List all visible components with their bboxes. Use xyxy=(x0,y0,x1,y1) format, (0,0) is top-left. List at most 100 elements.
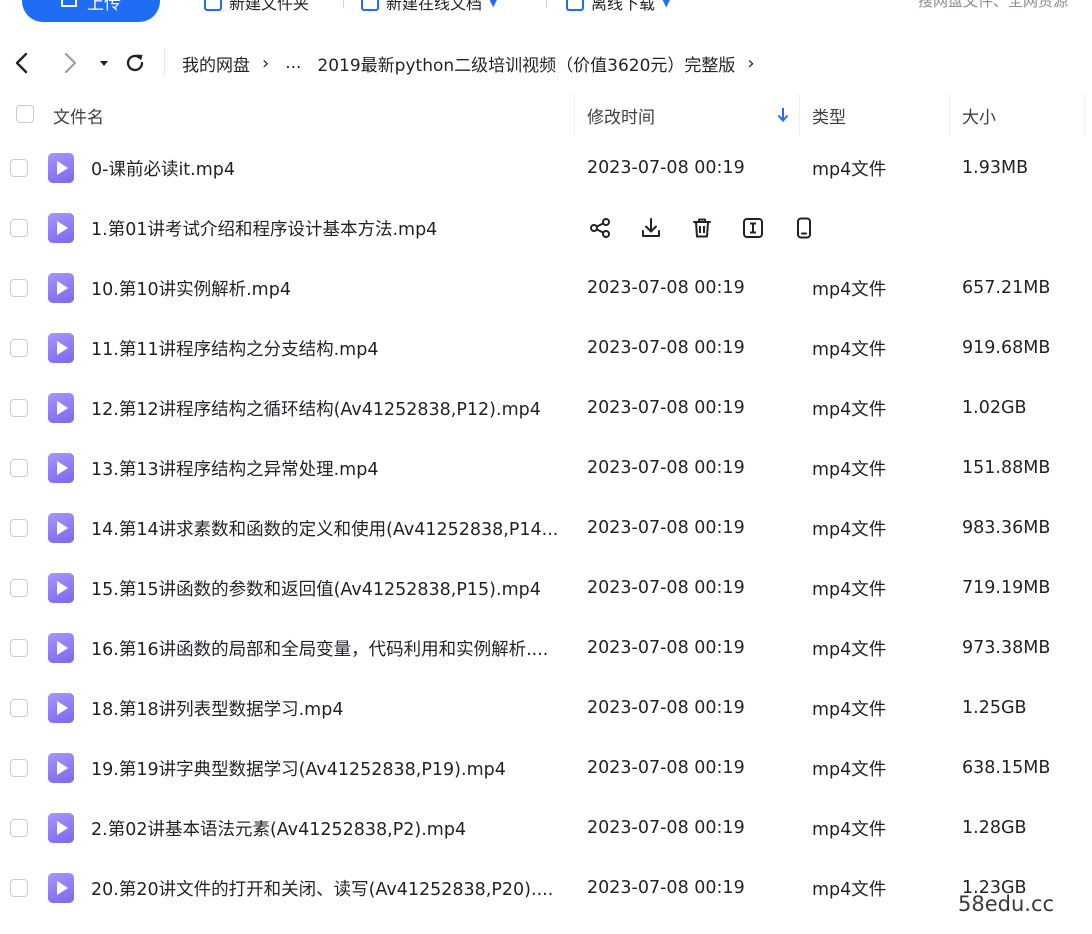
file-type: mp4文件 xyxy=(812,399,887,420)
upload-label: 上传 xyxy=(87,0,121,14)
table-row-hovered[interactable]: 1.第01讲考试介绍和程序设计基本方法.mp4 xyxy=(0,198,1092,258)
history-dropdown[interactable] xyxy=(93,50,119,76)
file-name[interactable]: 1.第01讲考试介绍和程序设计基本方法.mp4 xyxy=(91,198,561,258)
row-checkbox[interactable] xyxy=(10,339,28,357)
column-header-size[interactable]: 大小 xyxy=(962,92,996,138)
file-modified: 2023-07-08 00:19 xyxy=(587,158,745,178)
upload-button[interactable]: 上传 xyxy=(22,0,160,22)
video-file-icon xyxy=(48,753,74,783)
row-checkbox[interactable] xyxy=(10,219,28,237)
open-on-phone-button[interactable] xyxy=(792,216,816,240)
row-checkbox[interactable] xyxy=(10,759,28,777)
nav-divider xyxy=(164,48,165,76)
file-size: 1.25GB xyxy=(962,698,1027,718)
row-checkbox[interactable] xyxy=(10,879,28,897)
new-folder-button[interactable]: 新建文件夹 xyxy=(204,0,309,14)
back-button[interactable] xyxy=(10,50,36,76)
file-size: 1.28GB xyxy=(962,818,1027,838)
arrow-right-icon xyxy=(64,52,77,74)
select-all-checkbox[interactable] xyxy=(16,105,34,123)
table-row[interactable]: 18.第18讲列表型数据学习.mp4 2023-07-08 00:19 mp4文… xyxy=(0,678,1092,738)
file-name[interactable]: 14.第14讲求素数和函数的定义和使用(Av41252838,P14... xyxy=(91,498,561,558)
table-row[interactable]: 13.第13讲程序结构之异常处理.mp4 2023-07-08 00:19 mp… xyxy=(0,438,1092,498)
video-file-icon xyxy=(48,213,74,243)
chevron-down-icon: ▼ xyxy=(662,0,671,9)
file-name[interactable]: 10.第10讲实例解析.mp4 xyxy=(91,258,561,318)
table-row[interactable]: 16.第16讲函数的局部和全局变量，代码利用和实例解析.... 2023-07-… xyxy=(0,618,1092,678)
row-checkbox[interactable] xyxy=(10,699,28,717)
row-checkbox[interactable] xyxy=(10,399,28,417)
column-divider xyxy=(949,94,950,136)
row-checkbox[interactable] xyxy=(10,639,28,657)
column-header-name[interactable]: 文件名 xyxy=(53,92,104,138)
table-row[interactable]: 12.第12讲程序结构之循环结构(Av41252838,P12).mp4 202… xyxy=(0,378,1092,438)
refresh-button[interactable] xyxy=(122,50,148,76)
new-folder-icon xyxy=(204,0,222,11)
file-modified: 2023-07-08 00:19 xyxy=(587,818,745,838)
download-icon xyxy=(642,218,660,237)
row-checkbox[interactable] xyxy=(10,579,28,597)
search-input[interactable]: 搜网盘文件、全网资源 xyxy=(918,0,1068,11)
sort-descending-icon[interactable] xyxy=(776,106,790,124)
file-type: mp4文件 xyxy=(812,159,887,180)
new-online-doc-label: 新建在线文档 xyxy=(386,0,483,13)
refresh-icon xyxy=(126,54,144,72)
table-row[interactable]: 0-课前必读it.mp4 2023-07-08 00:19 mp4文件 1.93… xyxy=(0,138,1092,198)
file-name[interactable]: 0-课前必读it.mp4 xyxy=(91,138,561,198)
file-name[interactable]: 13.第13讲程序结构之异常处理.mp4 xyxy=(91,438,561,498)
file-name[interactable]: 15.第15讲函数的参数和返回值(Av41252838,P15).mp4 xyxy=(91,558,561,618)
file-size: 151.88MB xyxy=(962,458,1051,478)
file-list: 0-课前必读it.mp4 2023-07-08 00:19 mp4文件 1.93… xyxy=(0,138,1092,918)
file-size: 719.19MB xyxy=(962,578,1051,598)
file-modified: 2023-07-08 00:19 xyxy=(587,698,745,718)
table-row[interactable]: 10.第10讲实例解析.mp4 2023-07-08 00:19 mp4文件 6… xyxy=(0,258,1092,318)
file-name[interactable]: 12.第12讲程序结构之循环结构(Av41252838,P12).mp4 xyxy=(91,378,561,438)
download-button[interactable] xyxy=(639,216,663,240)
table-row[interactable]: 11.第11讲程序结构之分支结构.mp4 2023-07-08 00:19 mp… xyxy=(0,318,1092,378)
table-row[interactable]: 2.第02讲基本语法元素(Av41252838,P2).mp4 2023-07-… xyxy=(0,798,1092,858)
file-name[interactable]: 18.第18讲列表型数据学习.mp4 xyxy=(91,678,561,738)
breadcrumb-current[interactable]: 2019最新python二级培训视频（价值3620元）完整版 xyxy=(317,51,735,76)
forward-button[interactable] xyxy=(56,50,82,76)
row-checkbox[interactable] xyxy=(10,819,28,837)
file-name[interactable]: 16.第16讲函数的局部和全局变量，代码利用和实例解析.... xyxy=(91,618,561,678)
row-checkbox[interactable] xyxy=(10,279,28,297)
column-header-type[interactable]: 类型 xyxy=(812,92,846,138)
new-online-doc-button[interactable]: 新建在线文档 ▼ xyxy=(361,0,497,14)
row-checkbox[interactable] xyxy=(10,519,28,537)
toolbar-divider xyxy=(546,0,547,8)
table-row[interactable]: 14.第14讲求素数和函数的定义和使用(Av41252838,P14... 20… xyxy=(0,498,1092,558)
file-size: 638.15MB xyxy=(962,758,1051,778)
breadcrumb-ellipsis[interactable]: ... xyxy=(285,53,301,73)
caret-down-icon xyxy=(100,61,108,66)
file-modified: 2023-07-08 00:19 xyxy=(587,578,745,598)
file-name[interactable]: 20.第20讲文件的打开和关闭、读写(Av41252838,P20).... xyxy=(91,858,561,918)
share-button[interactable] xyxy=(588,216,612,240)
breadcrumb-root[interactable]: 我的网盘 xyxy=(182,51,250,76)
column-divider xyxy=(574,94,575,136)
file-name[interactable]: 11.第11讲程序结构之分支结构.mp4 xyxy=(91,318,561,378)
row-checkbox[interactable] xyxy=(10,459,28,477)
table-row[interactable]: 20.第20讲文件的打开和关闭、读写(Av41252838,P20).... 2… xyxy=(0,858,1092,918)
row-checkbox[interactable] xyxy=(10,159,28,177)
phone-icon xyxy=(797,217,811,239)
column-header-modified[interactable]: 修改时间 xyxy=(587,92,655,138)
video-file-icon xyxy=(48,873,74,903)
rename-button[interactable] xyxy=(741,216,765,240)
watermark: 58edu.cc xyxy=(958,892,1055,916)
delete-button[interactable] xyxy=(690,216,714,240)
table-row[interactable]: 15.第15讲函数的参数和返回值(Av41252838,P15).mp4 202… xyxy=(0,558,1092,618)
video-file-icon xyxy=(48,273,74,303)
table-row[interactable]: 19.第19讲字典型数据学习(Av41252838,P19).mp4 2023-… xyxy=(0,738,1092,798)
file-name[interactable]: 2.第02讲基本语法元素(Av41252838,P2).mp4 xyxy=(91,798,561,858)
file-modified: 2023-07-08 00:19 xyxy=(587,338,745,358)
file-type: mp4文件 xyxy=(812,699,887,720)
toolbar-divider xyxy=(343,0,344,8)
delete-icon xyxy=(693,218,711,238)
navigation-bar: 我的网盘 › ... 2019最新python二级培训视频（价值3620元）完整… xyxy=(0,38,1092,86)
file-type: mp4文件 xyxy=(812,459,887,480)
chevron-right-icon: › xyxy=(262,52,270,74)
offline-download-button[interactable]: 离线下载 ▼ xyxy=(566,0,670,14)
file-name[interactable]: 19.第19讲字典型数据学习(Av41252838,P19).mp4 xyxy=(91,738,561,798)
file-modified: 2023-07-08 00:19 xyxy=(587,758,745,778)
